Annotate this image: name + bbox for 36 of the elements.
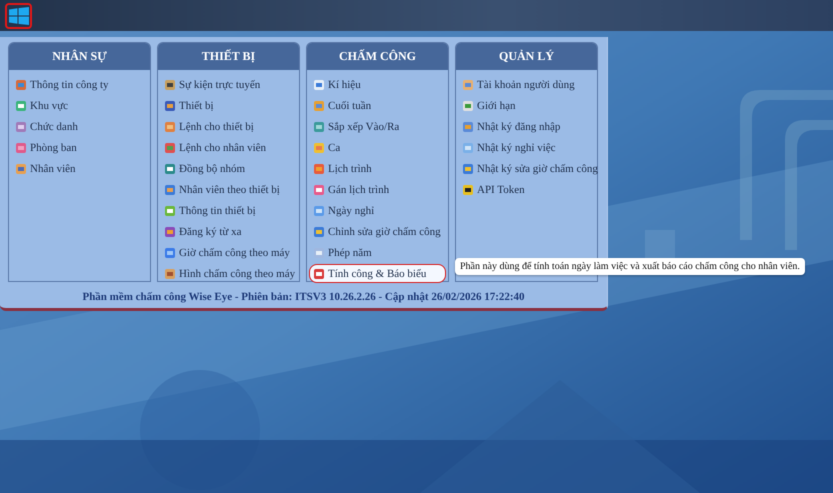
menu-item[interactable]: Gán lịch trình bbox=[309, 180, 446, 199]
panel-header: QUẢN LÝ bbox=[456, 43, 597, 70]
menu-item[interactable]: Phép năm bbox=[309, 243, 446, 262]
tooltip: Phần này dùng để tính toán ngày làm việc và xuất báo cáo chấm công cho nhân viên. bbox=[455, 258, 805, 275]
version-info: Phần mềm chấm công Wise Eye - Phiên bản: ITSV3 10.26.2.26 - Cập nhật 26/02/2026 17:22:40 bbox=[81, 291, 526, 303]
menu-item[interactable]: Khu vực bbox=[11, 96, 148, 115]
menu-item[interactable]: Nhân viên bbox=[11, 159, 148, 178]
menu-item[interactable]: Giờ chấm công theo máy bbox=[160, 243, 297, 262]
menu-item[interactable]: Đăng ký từ xa bbox=[160, 222, 297, 241]
panel-header: CHẤM CÔNG bbox=[307, 43, 448, 70]
menu-item[interactable]: Sự kiện trực tuyến bbox=[160, 75, 297, 94]
menu-item[interactable]: Giới hạn bbox=[458, 96, 595, 115]
menu-item[interactable]: Thiết bị bbox=[160, 96, 297, 115]
menu-item[interactable]: Kí hiệu bbox=[309, 75, 446, 94]
panel-header: THIẾT BỊ bbox=[158, 43, 299, 70]
menu-item[interactable]: Hình chấm công theo máy bbox=[160, 264, 297, 283]
menu-item[interactable]: Lịch trình bbox=[309, 159, 446, 178]
menu-item[interactable]: Sắp xếp Vào/Ra bbox=[309, 117, 446, 136]
menu-item[interactable]: Tính công & Báo biểu bbox=[309, 264, 446, 283]
menu-item[interactable]: Cuối tuần bbox=[309, 96, 446, 115]
menu-item[interactable]: Thông tin thiết bị bbox=[160, 201, 297, 220]
menu-item[interactable]: Ngày nghỉ bbox=[309, 201, 446, 220]
menu-item[interactable]: Thông tin công ty bbox=[11, 75, 148, 94]
menu-item[interactable]: Chức danh bbox=[11, 117, 148, 136]
menu-item[interactable]: Nhật ký nghỉ việc bbox=[458, 138, 595, 157]
menu-item[interactable]: Lệnh cho nhân viên bbox=[160, 138, 297, 157]
menu-item[interactable]: Ca bbox=[309, 138, 446, 157]
menu-item[interactable]: Tài khoản người dùng bbox=[458, 75, 595, 94]
menu-item[interactable]: Nhật ký đăng nhập bbox=[458, 117, 595, 136]
menu-item[interactable]: Đồng bộ nhóm bbox=[160, 159, 297, 178]
menu-item[interactable]: Chỉnh sửa giờ chấm công bbox=[309, 222, 446, 241]
menu-item[interactable]: Lệnh cho thiết bị bbox=[160, 117, 297, 136]
panel-header: NHÂN SỰ bbox=[9, 43, 150, 70]
menu-item[interactable]: Phòng ban bbox=[11, 138, 148, 157]
menu-item[interactable]: Nhân viên theo thiết bị bbox=[160, 180, 297, 199]
menu-item[interactable]: API Token bbox=[458, 180, 595, 199]
